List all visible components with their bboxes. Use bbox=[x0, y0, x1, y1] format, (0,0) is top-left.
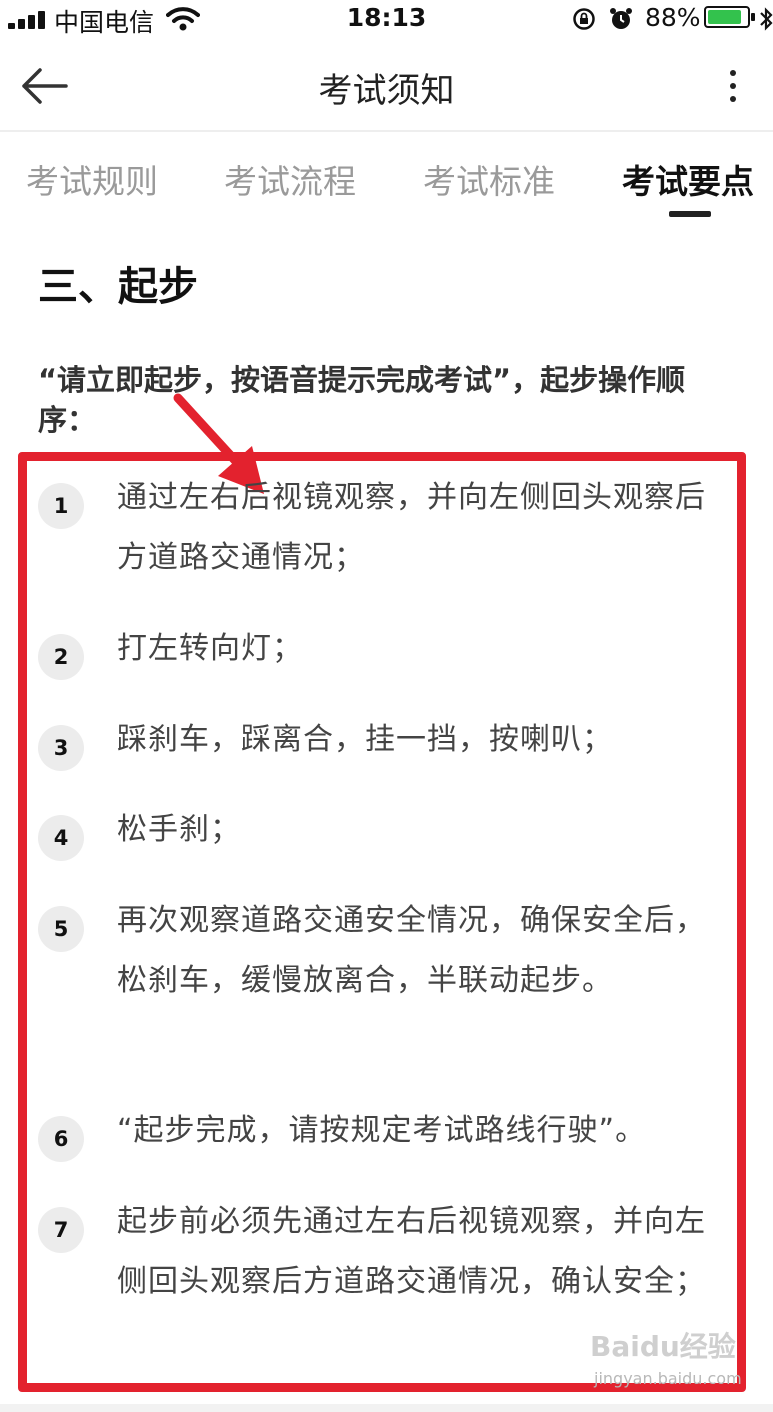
step-number: 5 bbox=[38, 906, 84, 952]
step-text: 打左转向灯； bbox=[117, 631, 303, 666]
step-number: 3 bbox=[38, 725, 84, 771]
step-number: 6 bbox=[38, 1116, 84, 1162]
bottom-divider bbox=[0, 1404, 773, 1412]
step-number: 4 bbox=[38, 815, 84, 861]
step-text: 通过左右后视镜观察，并向左侧回头观察后方道路交通情况； bbox=[117, 480, 706, 575]
watermark: Baidu经验 jingyan.baidu.com bbox=[590, 1325, 742, 1395]
step-text: 踩刹车，踩离合，挂一挡，按喇叭； bbox=[117, 722, 613, 757]
step-text: 松手刹； bbox=[117, 812, 241, 847]
step-text: “起步完成，请按规定考试路线行驶”。 bbox=[117, 1113, 647, 1148]
steps-list: 1 通过左右后视镜观察，并向左侧回头观察后方道路交通情况； 2 打左转向灯； 3… bbox=[0, 0, 773, 1412]
step-text: 再次观察道路交通安全情况，确保安全后，松刹车，缓慢放离合，半联动起步。 bbox=[117, 903, 706, 998]
watermark-logo: Baidu经验 bbox=[590, 1330, 736, 1363]
watermark-url: jingyan.baidu.com bbox=[594, 1369, 742, 1388]
step-number: 1 bbox=[38, 483, 84, 529]
step-number: 2 bbox=[38, 634, 84, 680]
step-number: 7 bbox=[38, 1207, 84, 1253]
step-text: 起步前必须先通过左右后视镜观察，并向左侧回头观察后方道路交通情况，确认安全； bbox=[117, 1204, 706, 1299]
